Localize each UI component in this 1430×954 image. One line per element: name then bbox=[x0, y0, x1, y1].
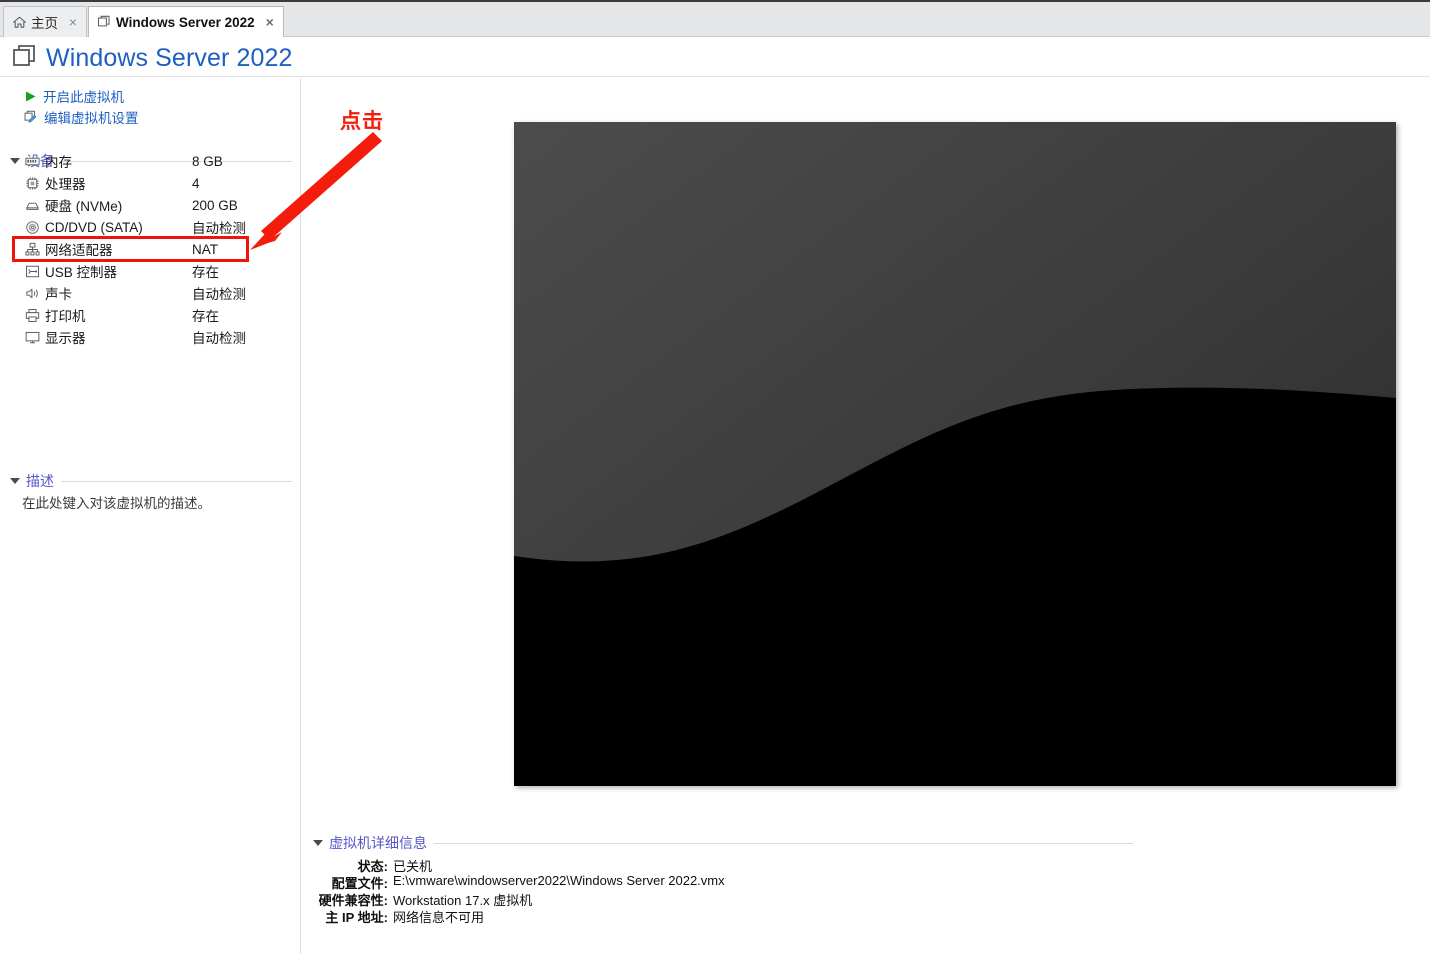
device-value: 存在 bbox=[192, 265, 219, 280]
detail-row-state: 状态: 已关机 bbox=[313, 856, 1133, 874]
device-name: CD/DVD (SATA) bbox=[45, 219, 143, 235]
home-icon bbox=[12, 15, 27, 30]
device-name: 声卡 bbox=[45, 287, 72, 302]
device-value: 自动检测 bbox=[192, 331, 246, 346]
harddisk-icon bbox=[24, 197, 40, 213]
device-row-harddisk[interactable]: 硬盘 (NVMe) 200 GB bbox=[0, 194, 300, 216]
device-name: 显示器 bbox=[45, 331, 86, 346]
tab-windows-server-2022-close-icon[interactable]: × bbox=[263, 15, 277, 29]
device-row-usb-controller[interactable]: USB 控制器 存在 bbox=[0, 260, 300, 282]
device-row-network-adapter[interactable]: 网络适配器 NAT bbox=[0, 238, 300, 260]
description-text[interactable]: 在此处键入对该虚拟机的描述。 bbox=[22, 492, 211, 512]
vm-sidebar: 开启此虚拟机 编辑虚拟机设置 设备 内存 8 GB 处理器 4 硬盘 (NVMe… bbox=[0, 78, 300, 954]
device-value: 200 GB bbox=[192, 197, 238, 213]
device-row-sound-card[interactable]: 声卡 自动检测 bbox=[0, 282, 300, 304]
detail-label: 主 IP 地址: bbox=[325, 910, 388, 925]
device-value: 存在 bbox=[192, 309, 219, 324]
vm-preview-thumbnail[interactable] bbox=[514, 122, 1396, 786]
tab-home[interactable]: 主页 × bbox=[3, 6, 87, 37]
device-row-display[interactable]: 显示器 自动检测 bbox=[0, 326, 300, 348]
display-icon bbox=[24, 329, 40, 345]
detail-row-hardware-compat: 硬件兼容性: Workstation 17.x 虚拟机 bbox=[313, 890, 1133, 908]
network-icon bbox=[24, 241, 40, 257]
detail-row-primary-ip: 主 IP 地址: 网络信息不可用 bbox=[313, 907, 1133, 925]
device-value: 自动检测 bbox=[192, 221, 246, 236]
power-on-vm-button[interactable]: 开启此虚拟机 bbox=[24, 87, 124, 105]
device-row-memory[interactable]: 内存 8 GB bbox=[0, 150, 300, 172]
page-header: Windows Server 2022 bbox=[0, 37, 1430, 77]
play-icon bbox=[24, 90, 37, 103]
device-name: 内存 bbox=[45, 155, 72, 170]
device-name: 打印机 bbox=[45, 309, 86, 324]
tab-windows-server-2022[interactable]: Windows Server 2022 × bbox=[88, 6, 284, 37]
device-value: NAT bbox=[192, 241, 218, 257]
device-name: 网络适配器 bbox=[45, 243, 113, 258]
description-section-title: 描述 bbox=[26, 473, 54, 489]
vm-icon bbox=[97, 15, 112, 30]
tab-bar: 主页 × Windows Server 2022 × bbox=[0, 0, 1430, 37]
cpu-icon bbox=[24, 175, 40, 191]
annotation-label: 点击 bbox=[340, 110, 384, 133]
device-name: USB 控制器 bbox=[45, 265, 118, 280]
vm-details-rows: 状态: 已关机 配置文件: E:\vmware\windowserver2022… bbox=[313, 856, 1133, 925]
description-section-header: 描述 bbox=[10, 472, 292, 490]
detail-value: 网络信息不可用 bbox=[393, 910, 485, 925]
printer-icon bbox=[24, 307, 40, 323]
section-rule bbox=[434, 842, 1133, 844]
devices-list: 内存 8 GB 处理器 4 硬盘 (NVMe) 200 GB CD/DVD (S… bbox=[0, 150, 300, 348]
page-title: Windows Server 2022 bbox=[46, 44, 293, 72]
device-value: 自动检测 bbox=[192, 287, 246, 302]
edit-vm-settings-label: 编辑虚拟机设置 bbox=[44, 111, 139, 126]
device-name: 处理器 bbox=[45, 177, 86, 192]
device-row-printer[interactable]: 打印机 存在 bbox=[0, 304, 300, 326]
device-name: 硬盘 (NVMe) bbox=[45, 199, 123, 214]
vm-details-section: 虚拟机详细信息 状态: 已关机 配置文件: E:\vmware\windowse… bbox=[313, 834, 1133, 925]
device-row-cddvd[interactable]: CD/DVD (SATA) 自动检测 bbox=[0, 216, 300, 238]
device-value: 4 bbox=[192, 175, 200, 191]
tab-windows-server-2022-label: Windows Server 2022 bbox=[116, 14, 255, 30]
power-on-vm-label: 开启此虚拟机 bbox=[43, 90, 124, 105]
tab-home-close-icon[interactable]: × bbox=[66, 15, 80, 29]
collapse-triangle-icon[interactable] bbox=[313, 840, 323, 846]
cddvd-icon bbox=[24, 219, 40, 235]
edit-vm-settings-button[interactable]: 编辑虚拟机设置 bbox=[24, 108, 139, 126]
memory-icon bbox=[24, 153, 40, 169]
device-value: 8 GB bbox=[192, 153, 223, 169]
sound-icon bbox=[24, 285, 40, 301]
detail-row-config-file: 配置文件: E:\vmware\windowserver2022\Windows… bbox=[313, 873, 1133, 891]
section-rule bbox=[61, 480, 292, 482]
device-row-processor[interactable]: 处理器 4 bbox=[0, 172, 300, 194]
vm-details-title: 虚拟机详细信息 bbox=[329, 835, 427, 851]
vm-icon bbox=[12, 44, 38, 70]
usb-icon bbox=[24, 263, 40, 279]
detail-value: E:\vmware\windowserver2022\Windows Serve… bbox=[393, 873, 725, 888]
tab-home-label: 主页 bbox=[31, 16, 58, 31]
panel-divider bbox=[300, 78, 301, 954]
collapse-triangle-icon[interactable] bbox=[10, 478, 20, 484]
edit-settings-icon bbox=[24, 110, 38, 124]
